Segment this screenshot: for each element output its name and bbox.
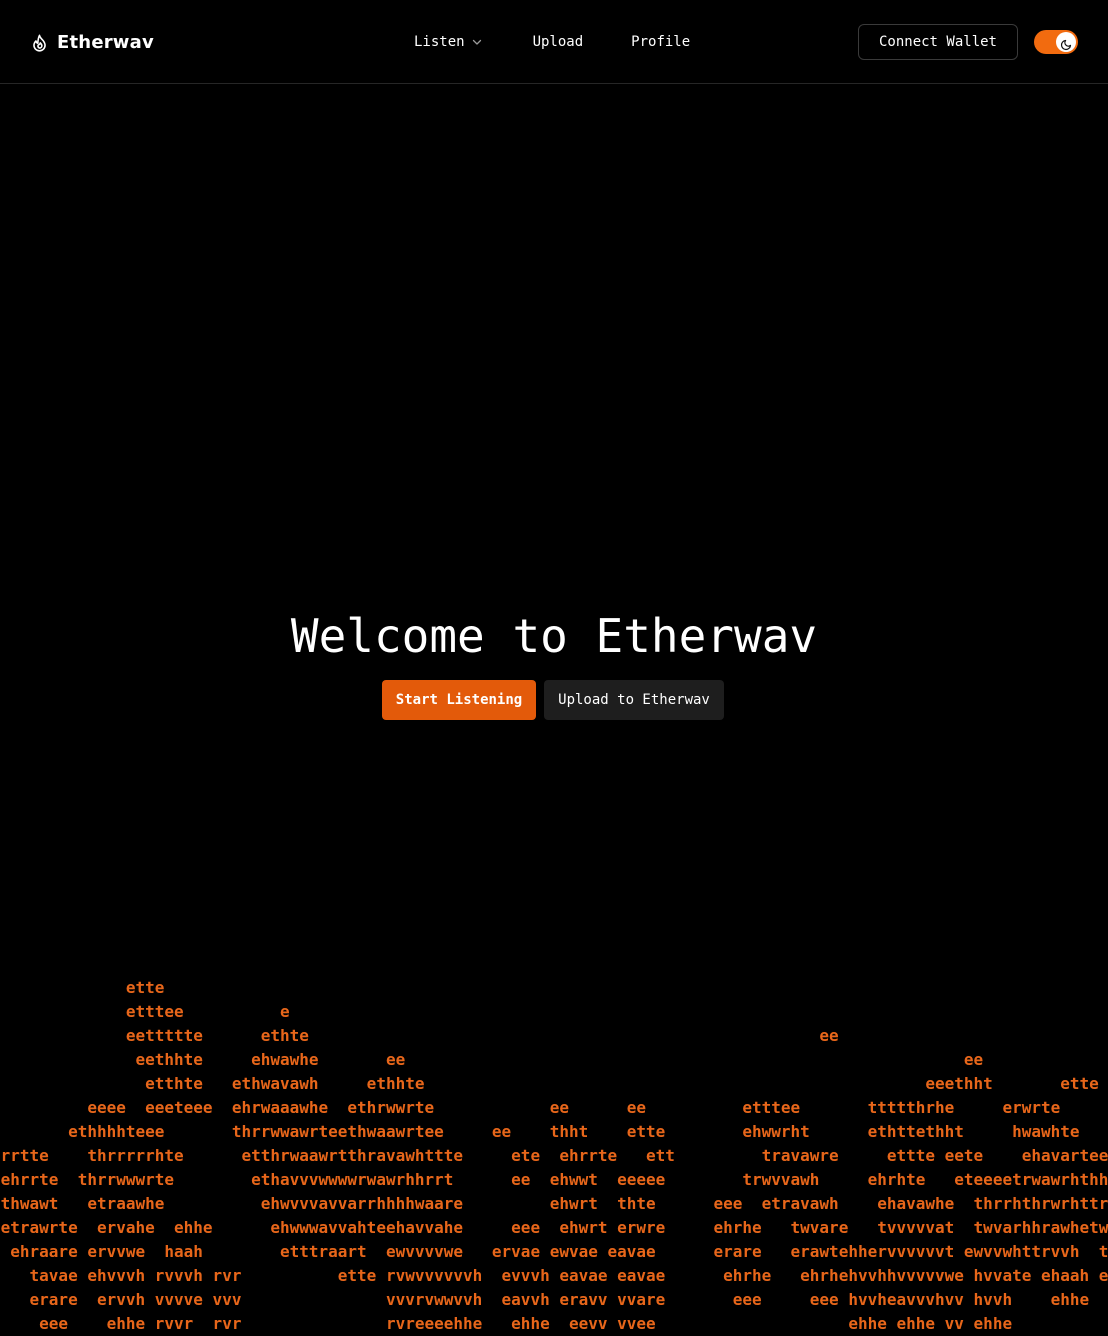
moon-icon	[1060, 36, 1072, 51]
nav-profile-label: Profile	[631, 34, 691, 50]
nav-listen-dropdown[interactable]: Listen	[414, 34, 483, 50]
brand-name: Etherwav	[57, 31, 154, 53]
ascii-art-line: rrtte thrrrrrhte etthrwaawrtthravawhttte…	[0, 1146, 1108, 1165]
ascii-art-line: ehraare ervvwe haah etttraart ewvvvvwe e…	[0, 1242, 1108, 1261]
ascii-art-line: ehrrte thrrwwwrte ethavvvwwwwrwawrhhrrt …	[0, 1170, 1108, 1189]
upload-to-etherwav-button[interactable]: Upload to Etherwav	[544, 680, 724, 720]
brand-logo[interactable]: Etherwav	[30, 30, 154, 54]
connect-wallet-button[interactable]: Connect Wallet	[858, 24, 1018, 60]
chevron-down-icon	[471, 36, 483, 48]
nav-profile-link[interactable]: Profile	[631, 34, 690, 50]
hero-title: Welcome to Etherwav	[290, 609, 818, 663]
ascii-art-line: etrawrte ervahe ehhe ehwwwavvahteehavvah…	[0, 1218, 1108, 1237]
ascii-art-line: thwawt etraawhe ehwvvvavvarrhhhhwaare eh…	[0, 1194, 1108, 1213]
nav-listen-label: Listen	[414, 34, 465, 50]
ascii-art-line: eettttte ethte ee	[0, 1026, 839, 1045]
toggle-knob	[1056, 32, 1076, 52]
ascii-art-line: ethhhhteee thrrwwawrteethwaawrtee ee thh…	[0, 1122, 1080, 1141]
hero-actions: Start Listening Upload to Etherwav	[382, 680, 724, 720]
ascii-art-line: tavae ehvvvh rvvvh rvr ette rvwvvvvvvh e…	[0, 1266, 1108, 1285]
ascii-art-line: etthte ethwavawh ethhte eeethht ette	[0, 1074, 1099, 1093]
top-nav-bar: Etherwav Listen Upload Profile Connect W…	[0, 0, 1108, 84]
nav-upload-link[interactable]: Upload	[533, 34, 584, 50]
ascii-art-line: ette	[0, 978, 165, 997]
flame-icon	[30, 33, 49, 52]
start-listening-button[interactable]: Start Listening	[382, 680, 536, 720]
ascii-art-line: eee ehhe rvvr rvr rvreeeehhe ehhe eevv v…	[0, 1314, 1108, 1333]
theme-toggle[interactable]	[1034, 30, 1078, 54]
ascii-art-line: eethhte ehwawhe ee ee	[0, 1050, 984, 1069]
ascii-art-line: eeee eeeteee ehrwaaawhe ethrwwrte ee ee …	[0, 1098, 1061, 1117]
main-nav: Listen Upload Profile	[414, 30, 690, 54]
ascii-art-line: etttee e	[0, 1002, 290, 1021]
nav-upload-label: Upload	[532, 34, 584, 50]
ascii-art-waveform: ette etttee e eettttte ethte ee eethhte …	[0, 976, 1108, 1336]
ascii-art-line: erare ervvh vvvve vvv vvvrvwwvvh eavvh e…	[0, 1290, 1108, 1309]
